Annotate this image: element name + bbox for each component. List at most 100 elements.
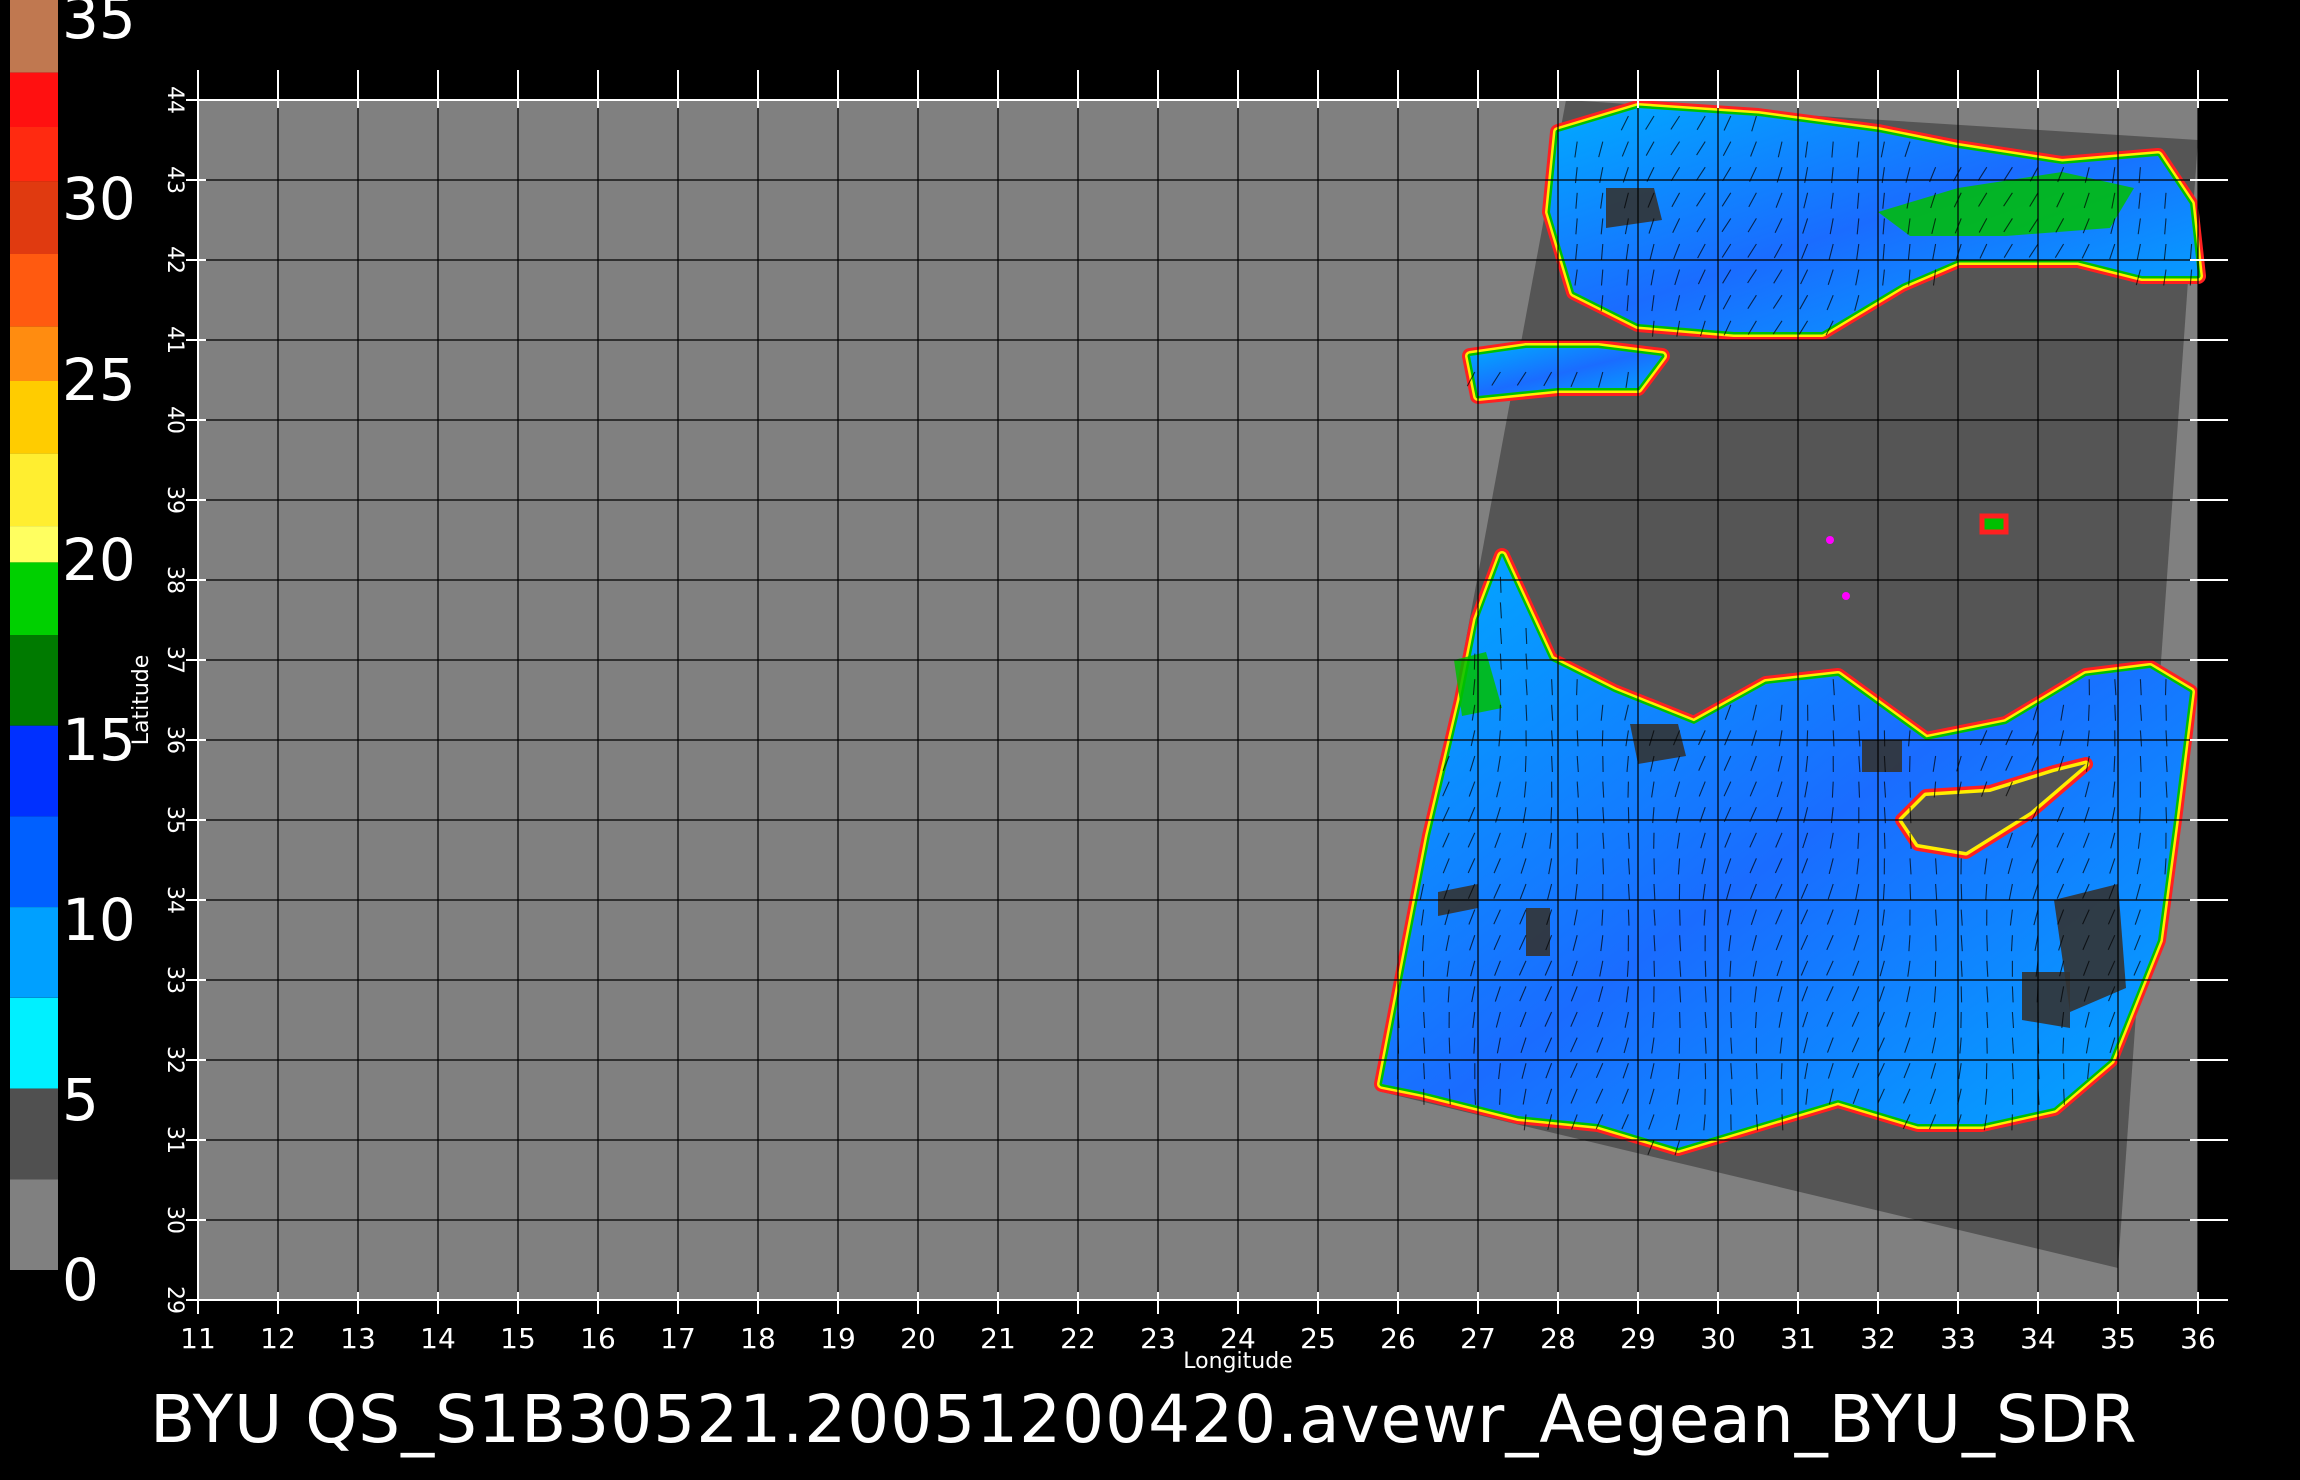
legend-tick-5: 5 [62,1066,99,1134]
x-tick-label: 27 [1460,1322,1496,1355]
legend-color-band [10,526,58,563]
legend-color-band [10,562,58,635]
map-plot-area: 11 12 13 14 15 16 17 18 19 20 21 22 23 24 25 26 27 28 29 30… [129,70,2228,1374]
inland-lake [1979,513,2009,535]
legend-color-band [10,1179,58,1270]
legend-tick-10: 10 [62,886,136,954]
x-tick-label: 14 [420,1322,456,1355]
wind-vector [1935,935,1937,952]
x-tick-label: 15 [500,1322,536,1355]
legend-color-band [10,72,58,127]
legend-tick-30: 30 [62,165,136,233]
legend-color-band [10,1088,58,1180]
dataset-title: BYU QS_S1B30521.20051200420.avewr_Aegean… [150,1381,2138,1458]
x-tick-label: 22 [1060,1322,1096,1355]
x-tick-label: 35 [2100,1322,2136,1355]
wind-vector [2011,986,2014,1003]
y-axis-label: Latitude [129,655,154,746]
x-tick-label: 32 [1860,1322,1896,1355]
legend-tick-25: 25 [62,346,136,414]
y-tick-label: 39 [162,486,187,514]
wind-vector [1986,935,1988,952]
wind-vector [1499,576,1502,593]
legend-color-band [10,381,58,454]
y-tick-label: 35 [162,806,187,834]
wind-vector [1627,909,1630,926]
x-tick-label: 11 [180,1322,216,1355]
wind-vector [2139,755,2142,773]
legend-tick-20: 20 [62,526,136,594]
wind-vector [1730,1011,1732,1029]
legend-color-band [10,725,58,817]
x-tick-label: 20 [900,1322,936,1355]
x-tick-label: 31 [1780,1322,1816,1355]
x-tick-label: 18 [740,1322,776,1355]
wind-vector [1576,679,1578,696]
wind-vector [1448,1037,1451,1054]
y-tick-label: 43 [162,166,187,194]
legend-color-band [10,0,58,73]
x-tick-label: 12 [260,1322,296,1355]
wind-vector [2114,704,2117,721]
x-tick-label: 21 [980,1322,1016,1355]
legend-color-band [10,635,58,726]
y-tick-label: 31 [162,1126,187,1154]
wind-vector [1499,704,1501,721]
no-data-patch [1862,740,1902,772]
wind-vector [1883,832,1886,849]
wind-vector [1550,807,1553,824]
legend-color-band [10,907,58,998]
wind-vector [1858,781,1861,798]
wind-vector [1423,986,1425,1003]
wind-vector [1576,807,1579,824]
x-tick-label: 17 [660,1322,696,1355]
x-tick-label: 28 [1540,1322,1576,1355]
y-tick-label: 38 [162,566,187,594]
legend-color-band [10,326,58,381]
legend-tick-15: 15 [62,706,136,774]
wind-vector [2087,704,2090,721]
legend-tick-0: 0 [62,1246,99,1314]
x-tick-label: 29 [1620,1322,1656,1355]
legend-color-band [10,997,58,1089]
magenta-dot [1826,536,1834,544]
color-legend: 35 30 25 20 15 10 5 0 [10,0,136,1314]
legend-color-band [10,453,58,527]
legend-color-band [10,816,58,908]
x-tick-label: 16 [580,1322,616,1355]
magenta-dot [1842,592,1850,600]
wind-vector [1524,755,1527,773]
wind-vector [2062,1037,2065,1054]
y-tick-label: 40 [162,406,187,434]
wind-vector [1474,1088,1477,1105]
y-tick-label: 33 [162,966,187,994]
wind-vector [1653,960,1656,977]
x-tick-label: 26 [1380,1322,1416,1355]
y-tick-label: 42 [162,246,187,274]
x-tick-label: 19 [820,1322,856,1355]
y-tick-label: 30 [162,1206,187,1234]
y-tick-label: 29 [162,1286,187,1314]
wind-vector [1525,627,1528,645]
legend-color-band [10,254,58,327]
legend-tick-35: 35 [62,0,136,52]
x-tick-label: 23 [1140,1322,1176,1355]
wind-speed-map: 35 30 25 20 15 10 5 0 11 12 13 14 15 16 17 18 19… [10,0,2228,1374]
y-tick-label: 34 [162,886,187,914]
wind-vector [1806,730,1809,747]
wind-vector [1909,883,1912,901]
wind-vector [2165,807,2168,824]
x-tick-label: 13 [340,1322,376,1355]
x-tick-label: 33 [1940,1322,1976,1355]
legend-color-band [10,181,58,254]
wind-vector [2164,679,2167,696]
wind-vector [1679,1011,1681,1029]
x-tick-label: 25 [1300,1322,1336,1355]
map-display: 35 30 25 20 15 10 5 0 11 12 13 14 15 16 17 18 19… [0,0,2300,1480]
x-tick-label: 36 [2180,1322,2216,1355]
y-tick-label: 44 [162,86,187,114]
x-tick-label: 30 [1700,1322,1736,1355]
wind-vector [1960,883,1963,901]
y-tick-label: 41 [162,326,187,354]
x-tick-label: 34 [2020,1322,2056,1355]
